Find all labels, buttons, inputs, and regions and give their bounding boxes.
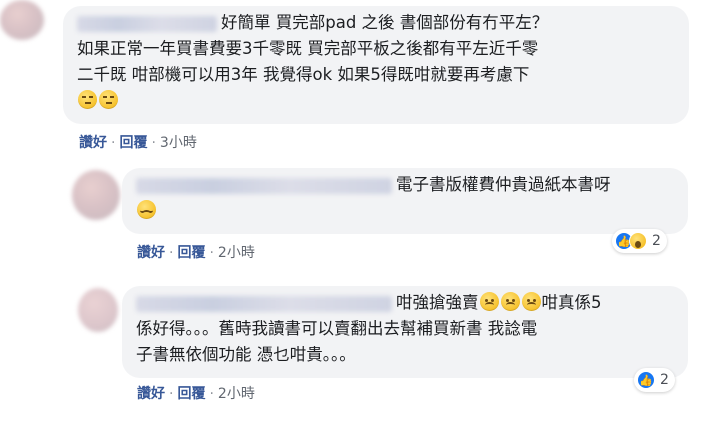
like-link[interactable]: 讚好 bbox=[79, 135, 107, 151]
comment-actions: 讚好 · 回覆 · 2小時 bbox=[137, 383, 255, 403]
comment-line: 電子書版權費仲貴過紙本書呀 bbox=[136, 172, 674, 198]
like-link[interactable]: 讚好 bbox=[137, 245, 165, 261]
timestamp[interactable]: 3小時 bbox=[160, 135, 197, 151]
thinking-face-icon bbox=[78, 90, 97, 109]
reply-link[interactable]: 回覆 bbox=[177, 386, 205, 402]
comment-actions: 讚好 · 回覆 · 2小時 bbox=[137, 242, 255, 262]
avatar[interactable] bbox=[78, 288, 118, 332]
like-link[interactable]: 讚好 bbox=[137, 386, 165, 402]
avatar[interactable] bbox=[0, 0, 44, 40]
sad-face-icon bbox=[521, 292, 541, 311]
wow-reaction-icon bbox=[629, 232, 647, 250]
separator: · bbox=[169, 245, 174, 261]
like-reaction-icon: 👍 bbox=[637, 371, 655, 389]
reaction-summary[interactable]: 👍 2 bbox=[634, 368, 675, 392]
comment-line: 子書無依個功能 憑乜咁貴。。。 bbox=[136, 345, 356, 364]
comment-text: 好簡單 買完部pad 之後 書個部份有冇平左？ bbox=[221, 13, 549, 32]
thinking-face-icon bbox=[99, 90, 118, 109]
comment-text: 咁強搶強賣 bbox=[396, 293, 479, 312]
comment-line: 二千既 咁部機可以用3年 我覺得ok 如果5得既咁就要再考慮下 bbox=[77, 65, 530, 84]
reaction-summary[interactable]: 👍 2 bbox=[612, 229, 667, 253]
timestamp[interactable]: 2小時 bbox=[218, 386, 255, 402]
author-name-blurred[interactable] bbox=[136, 295, 392, 312]
emoji-row bbox=[136, 198, 674, 224]
comment-actions: 讚好 · 回覆 · 3小時 bbox=[79, 132, 197, 152]
reaction-count: 2 bbox=[652, 233, 661, 249]
comment-bubble: 電子書版權費仲貴過紙本書呀 bbox=[122, 168, 688, 234]
author-name-blurred[interactable] bbox=[77, 15, 217, 32]
separator: · bbox=[209, 245, 214, 261]
separator: · bbox=[209, 386, 214, 402]
reaction-count: 2 bbox=[660, 372, 669, 388]
avatar[interactable] bbox=[72, 170, 120, 220]
reply-link[interactable]: 回覆 bbox=[119, 135, 147, 151]
separator: · bbox=[169, 386, 174, 402]
comment-line: 咁強搶強賣 咁真係5 bbox=[136, 290, 674, 316]
timestamp[interactable]: 2小時 bbox=[218, 245, 255, 261]
comment-bubble: 咁強搶強賣 咁真係5 係好得。。。舊時我讀書可以賣翻出去幫補買新書 我諗電 子書無… bbox=[122, 286, 688, 378]
author-name-blurred[interactable] bbox=[136, 177, 392, 194]
sad-face-icon bbox=[500, 292, 520, 311]
sad-face-icon bbox=[479, 292, 499, 311]
reply-link[interactable]: 回覆 bbox=[177, 245, 205, 261]
comment-line: 如果正常一年買書費要3千零既 買完部平板之後都有平左近千零 bbox=[77, 39, 539, 58]
separator: · bbox=[111, 135, 116, 151]
relieved-face-icon bbox=[137, 200, 156, 219]
comment-text: 電子書版權費仲貴過紙本書呀 bbox=[396, 175, 611, 194]
emoji-row bbox=[77, 88, 675, 114]
comment-line: 好簡單 買完部pad 之後 書個部份有冇平左？ bbox=[77, 10, 675, 36]
comment-text: 咁真係5 bbox=[541, 293, 602, 312]
comment-bubble: 好簡單 買完部pad 之後 書個部份有冇平左？ 如果正常一年買書費要3千零既 買… bbox=[63, 6, 689, 124]
separator: · bbox=[151, 135, 156, 151]
comment-line: 係好得。。。舊時我讀書可以賣翻出去幫補買新書 我諗電 bbox=[136, 319, 538, 338]
